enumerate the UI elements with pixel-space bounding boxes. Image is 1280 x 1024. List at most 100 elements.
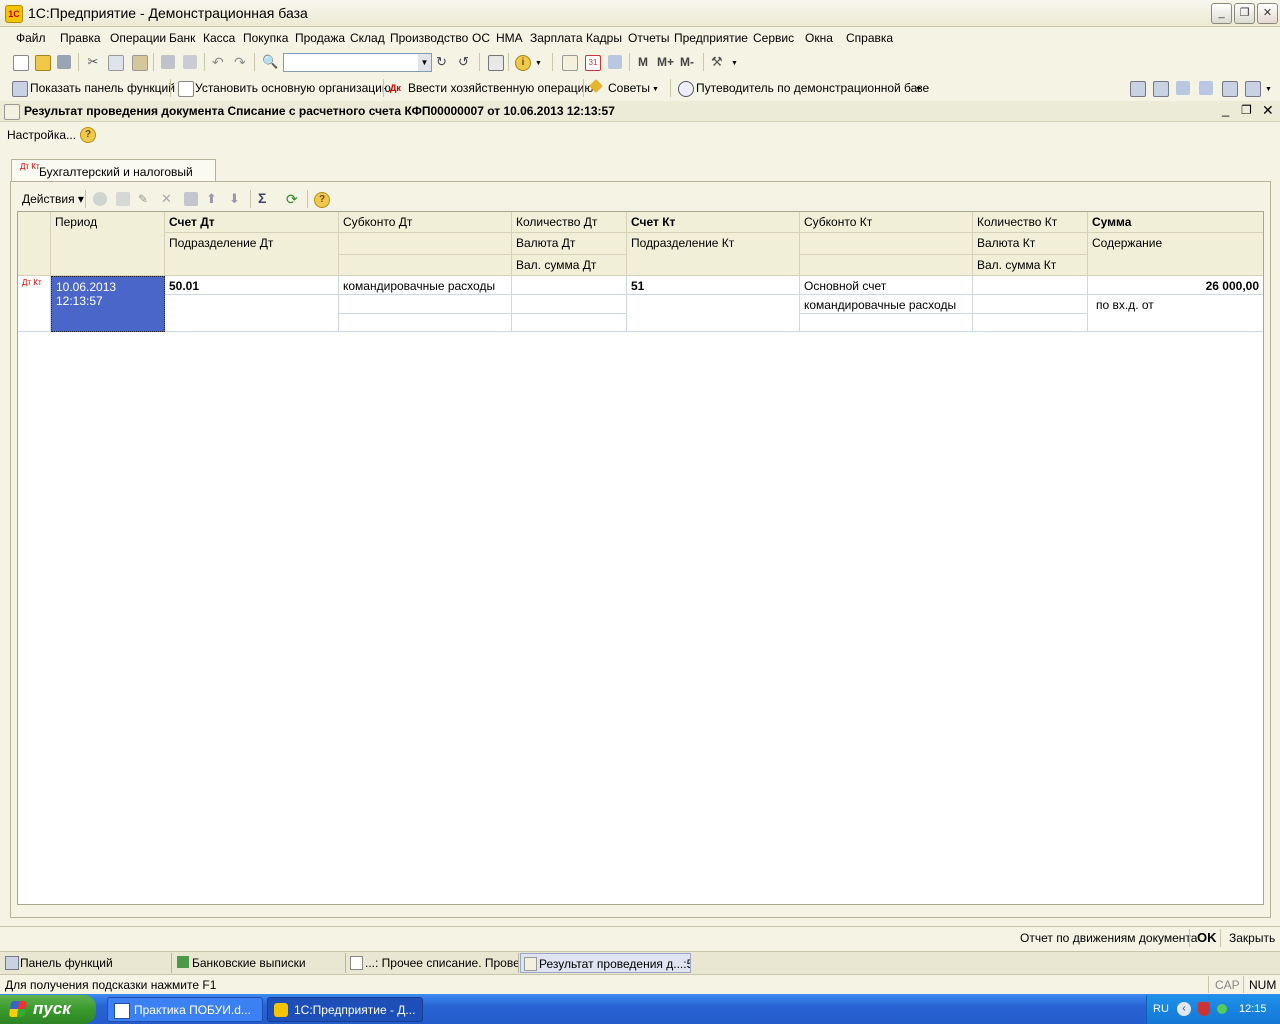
task-word-document[interactable]: Практика ПОБУИ.d... bbox=[107, 997, 263, 1022]
network-status-icon[interactable] bbox=[1217, 1004, 1227, 1014]
menu-salary[interactable]: Зарплата bbox=[530, 31, 583, 45]
copy-icon[interactable] bbox=[108, 55, 124, 71]
header-period[interactable]: Период bbox=[51, 212, 165, 276]
search-dropdown-icon[interactable]: ▼ bbox=[418, 54, 431, 71]
menu-service[interactable]: Сервис bbox=[753, 31, 794, 45]
antivirus-icon[interactable] bbox=[1198, 1002, 1210, 1016]
ok-button[interactable]: OK bbox=[1197, 930, 1217, 945]
delete-row-icon[interactable]: ✕ bbox=[161, 192, 175, 206]
header-content[interactable]: Содержание bbox=[1088, 233, 1263, 276]
print-icon[interactable] bbox=[161, 55, 175, 69]
close-button[interactable]: Закрыть bbox=[1229, 931, 1275, 945]
cell-content[interactable]: по вх.д. от bbox=[1088, 295, 1263, 332]
journal-icon[interactable] bbox=[1130, 81, 1146, 97]
search-icon[interactable]: 🔍 bbox=[262, 55, 278, 69]
open-folder-icon[interactable] bbox=[35, 55, 51, 71]
header-cursum-dt[interactable]: Вал. сумма Дт bbox=[512, 255, 627, 276]
redo-icon[interactable]: ↷ bbox=[234, 55, 248, 69]
restore-button[interactable]: ❐ bbox=[1234, 3, 1255, 24]
window-tab-result[interactable]: Результат проведения д...:57 bbox=[520, 953, 691, 973]
menu-warehouse[interactable]: Склад bbox=[350, 31, 385, 45]
tips-button[interactable]: Советы bbox=[608, 81, 650, 95]
cell-qty-dt[interactable] bbox=[512, 276, 627, 295]
save-icon[interactable] bbox=[57, 55, 71, 69]
header-sub-dt[interactable]: Субконто Дт bbox=[339, 212, 512, 233]
search-prev-icon[interactable]: ↺ bbox=[458, 55, 472, 69]
search-input[interactable]: ▼ bbox=[283, 53, 432, 72]
menu-reports[interactable]: Отчеты bbox=[628, 31, 669, 45]
cell-sum[interactable]: 26 000,00 bbox=[1088, 276, 1263, 295]
cell-acc-dt[interactable]: 50.01 bbox=[165, 276, 339, 295]
tools-dropdown-icon[interactable]: ▼ bbox=[731, 60, 745, 74]
start-button[interactable]: пуск bbox=[0, 995, 96, 1024]
help-icon[interactable]: ? bbox=[80, 127, 96, 143]
menu-edit[interactable]: Правка bbox=[60, 31, 101, 45]
employees-icon[interactable] bbox=[1199, 81, 1213, 95]
guide-dropdown-icon[interactable]: ▼ bbox=[915, 86, 929, 100]
add-row-icon[interactable] bbox=[93, 192, 107, 206]
info-icon[interactable]: i bbox=[515, 55, 531, 71]
memory-m-button[interactable]: M bbox=[638, 55, 648, 69]
doc-close-button[interactable]: ✕ bbox=[1262, 102, 1274, 119]
edit-row-icon[interactable]: ✎ bbox=[138, 192, 152, 206]
header-cur-kt[interactable]: Валюта Кт bbox=[973, 233, 1088, 255]
header-qty-dt[interactable]: Количество Дт bbox=[512, 212, 627, 233]
cell-cursum-kt[interactable] bbox=[973, 314, 1088, 332]
tab-accounting[interactable]: Дт Кт Бухгалтерский и налоговый учет bbox=[11, 159, 216, 193]
table-row[interactable]: Дт Кт 10.06.2013 12:13:57 50.01 командир… bbox=[18, 276, 1263, 332]
tips-dropdown-icon[interactable]: ▼ bbox=[652, 86, 666, 100]
window-tab-other-writeoff[interactable]: ...: Прочее списание. Прове... bbox=[347, 953, 519, 973]
header-dept-kt[interactable]: Подразделение Кт bbox=[627, 233, 800, 276]
documents-icon[interactable] bbox=[1222, 81, 1238, 97]
toolbar-dropdown-icon[interactable]: ▼ bbox=[1265, 86, 1279, 100]
users-icon[interactable] bbox=[608, 55, 622, 69]
grid-help-icon[interactable]: ? bbox=[314, 192, 330, 208]
minimize-button[interactable]: _ bbox=[1211, 3, 1232, 24]
menu-purchase[interactable]: Покупка bbox=[243, 31, 288, 45]
move-up-icon[interactable]: ⬆ bbox=[206, 192, 220, 206]
menu-sales[interactable]: Продажа bbox=[295, 31, 345, 45]
doc-minimize-button[interactable]: _ bbox=[1222, 102, 1229, 117]
cell-cursum-dt[interactable] bbox=[512, 314, 627, 332]
menu-intangibles[interactable]: НМА bbox=[496, 31, 523, 45]
cell-period[interactable]: 10.06.2013 12:13:57 bbox=[51, 276, 165, 332]
cell-sub-kt-3[interactable] bbox=[800, 314, 973, 332]
cell-sub-dt-2[interactable] bbox=[339, 295, 512, 314]
cell-sub-kt-2[interactable]: командировачные расходы bbox=[800, 295, 973, 314]
cell-dept-dt[interactable] bbox=[165, 295, 339, 332]
menu-enterprise[interactable]: Предприятие bbox=[674, 31, 748, 45]
tools-icon[interactable]: ⚒ bbox=[711, 55, 725, 69]
header-cur-dt[interactable]: Валюта Дт bbox=[512, 233, 627, 255]
tray-arrow-icon[interactable]: ‹ bbox=[1177, 1002, 1191, 1016]
guide-button[interactable]: Путеводитель по демонстрационной базе bbox=[696, 81, 929, 95]
menu-hr[interactable]: Кадры bbox=[586, 31, 622, 45]
actions-menu-button[interactable]: Действия ▾ bbox=[22, 192, 84, 206]
movements-report-button[interactable]: Отчет по движениям документа bbox=[1020, 931, 1197, 945]
cell-cur-dt[interactable] bbox=[512, 295, 627, 314]
memory-plus-button[interactable]: M+ bbox=[657, 55, 674, 69]
doc-restore-button[interactable]: ❐ bbox=[1241, 103, 1252, 117]
cell-qty-kt[interactable] bbox=[973, 276, 1088, 295]
counterparties-icon[interactable] bbox=[1176, 81, 1190, 95]
cell-acc-kt[interactable]: 51 bbox=[627, 276, 800, 295]
window-tab-bank-statements[interactable]: Банковские выписки bbox=[174, 953, 346, 973]
paste-icon[interactable] bbox=[132, 55, 148, 71]
chart-of-accounts-icon[interactable] bbox=[1153, 81, 1169, 97]
end-edit-icon[interactable] bbox=[184, 192, 198, 206]
reports-icon[interactable] bbox=[1245, 81, 1261, 97]
header-qty-kt[interactable]: Количество Кт bbox=[973, 212, 1088, 233]
new-document-icon[interactable] bbox=[13, 55, 29, 71]
header-acc-dt[interactable]: Счет Дт bbox=[165, 212, 339, 233]
move-down-icon[interactable]: ⬇ bbox=[229, 192, 243, 206]
cell-sub-dt-3[interactable] bbox=[339, 314, 512, 332]
menu-windows[interactable]: Окна bbox=[805, 31, 833, 45]
cell-sub-dt-1[interactable]: командировачные расходы bbox=[339, 276, 512, 295]
calendar-icon[interactable]: 31 bbox=[585, 55, 601, 71]
cell-dept-kt[interactable] bbox=[627, 295, 800, 332]
enter-operation-button[interactable]: Ввести хозяйственную операцию bbox=[408, 81, 593, 95]
set-org-button[interactable]: Установить основную организацию bbox=[195, 81, 391, 95]
window-tab-functions[interactable]: Панель функций bbox=[2, 953, 172, 973]
info-dropdown-icon[interactable]: ▼ bbox=[535, 60, 549, 74]
print-preview-icon[interactable] bbox=[183, 55, 197, 69]
header-sum[interactable]: Сумма bbox=[1088, 212, 1263, 233]
